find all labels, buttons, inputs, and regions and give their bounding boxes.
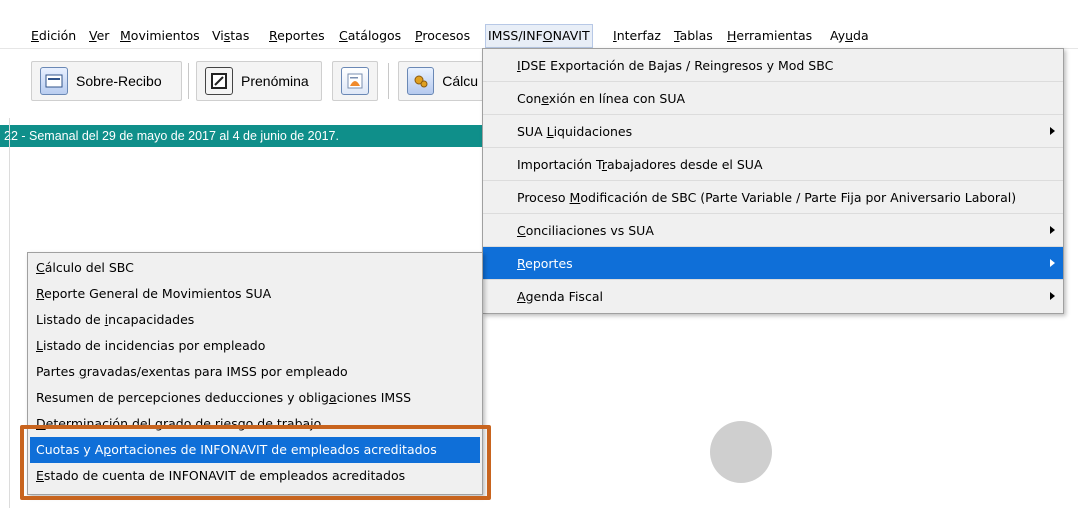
imss-infonavit-menu: IDSE Exportación de Bajas / Reingresos y… <box>482 48 1064 314</box>
toolbar: Sobre-Recibo Prenómina Cálcu <box>0 53 490 117</box>
menu-movimientos[interactable]: Movimientos <box>118 24 202 48</box>
menu-item-sua-liquidaciones[interactable]: SUA Liquidaciones <box>483 115 1063 148</box>
report-listado-incidencias[interactable]: Listado de incidencias por empleado <box>30 333 480 359</box>
toolbar-separator <box>388 63 389 99</box>
menu-catalogos[interactable]: Catálogos <box>337 24 403 48</box>
menu-ver[interactable]: Ver <box>87 24 111 48</box>
toolbar-separator <box>188 63 189 99</box>
report-partes-gravadas-exentas[interactable]: Partes gravadas/exentas para IMSS por em… <box>30 359 480 385</box>
menu-reportes[interactable]: Reportes <box>267 24 327 48</box>
menu-item-agenda-fiscal[interactable]: Agenda Fiscal <box>483 280 1063 313</box>
menu-item-modificacion-sbc[interactable]: Proceso Modificación de SBC (Parte Varia… <box>483 181 1063 214</box>
menu-herramientas[interactable]: Herramientas <box>725 24 814 48</box>
menu-ayuda[interactable]: Ayuda <box>828 24 871 48</box>
highlight-annotation <box>20 425 491 500</box>
menu-edicion[interactable]: Edición <box>29 24 78 48</box>
menu-tablas[interactable]: Tablas <box>672 24 715 48</box>
prenomina-button[interactable]: Prenómina <box>196 61 322 101</box>
sobre-recibo-button[interactable]: Sobre-Recibo <box>31 61 182 101</box>
menu-item-importacion-trabajadores[interactable]: Importación Trabajadores desde el SUA <box>483 148 1063 181</box>
calculo-label: Cálcu <box>442 73 478 89</box>
submenu-arrow-icon <box>1050 226 1055 234</box>
report-calculo-sbc[interactable]: Cálculo del SBC <box>30 255 480 281</box>
report-chart-icon <box>341 67 369 95</box>
report-listado-incapacidades[interactable]: Listado de incapacidades <box>30 307 480 333</box>
menu-item-conexion-sua[interactable]: Conexión en línea con SUA <box>483 82 1063 115</box>
gears-icon <box>407 67 435 95</box>
menu-vistas[interactable]: Vistas <box>210 24 251 48</box>
period-bar: 22 - Semanal del 29 de mayo de 2017 al 4… <box>0 125 482 147</box>
calculo-button[interactable]: Cálcu <box>398 61 486 101</box>
report-chart-button[interactable] <box>332 61 378 101</box>
window-border <box>9 118 10 508</box>
edit-sheet-icon <box>205 67 233 95</box>
menubar: Edición Ver Movimientos Vistas Reportes … <box>0 24 1078 49</box>
menu-item-idse-exportacion[interactable]: IDSE Exportación de Bajas / Reingresos y… <box>483 49 1063 82</box>
menu-item-conciliaciones-sua[interactable]: Conciliaciones vs SUA <box>483 214 1063 247</box>
submenu-arrow-icon <box>1050 292 1055 300</box>
menu-item-reportes[interactable]: Reportes <box>483 247 1063 280</box>
click-indicator <box>710 421 772 483</box>
submenu-arrow-icon <box>1050 259 1055 267</box>
prenomina-label: Prenómina <box>241 73 309 89</box>
report-resumen-percepciones[interactable]: Resumen de percepciones deducciones y ob… <box>30 385 480 411</box>
submenu-arrow-icon <box>1050 127 1055 135</box>
menu-imss-infonavit[interactable]: IMSS/INFONAVIT <box>485 24 593 48</box>
sobre-recibo-label: Sobre-Recibo <box>76 73 162 89</box>
envelope-icon <box>40 67 68 95</box>
menu-interfaz[interactable]: Interfaz <box>611 24 663 48</box>
menu-procesos[interactable]: Procesos <box>413 24 472 48</box>
report-general-movimientos-sua[interactable]: Reporte General de Movimientos SUA <box>30 281 480 307</box>
